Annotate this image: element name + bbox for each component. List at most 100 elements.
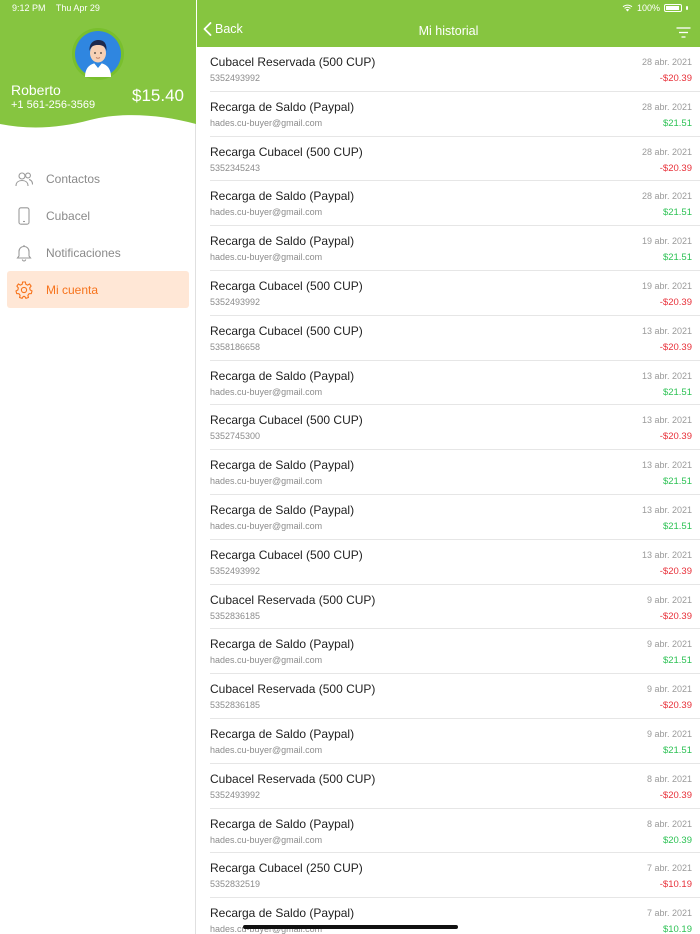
transaction-title: Recarga de Saldo (Paypal) [210,906,355,921]
transaction-amount: -$20.39 [659,565,692,577]
transaction-row[interactable]: Recarga de Saldo (Paypal) hades.cu-buyer@… [210,719,700,764]
phone-icon [15,206,33,225]
home-indicator[interactable] [243,925,458,929]
transaction-title: Recarga de Saldo (Paypal) [210,502,355,517]
transaction-title: Recarga Cubacel (500 CUP) [210,278,363,293]
transaction-title: Recarga de Saldo (Paypal) [210,189,355,204]
transaction-subtitle: 5352493992 [210,565,261,576]
transaction-date: 28 abr. 2021 [641,57,692,67]
transaction-amount: $21.51 [662,252,692,264]
transaction-title: Recarga de Saldo (Paypal) [210,368,355,383]
transaction-row[interactable]: Recarga de Saldo (Paypal) hades.cu-buyer@… [210,92,700,137]
transaction-date: 28 abr. 2021 [641,101,692,112]
transaction-date: 9 abr. 2021 [646,684,692,695]
transaction-row[interactable]: Cubacel Reservada (500 CUP) 5352836185 9 a… [210,585,700,630]
transaction-date: 8 abr. 2021 [646,818,692,829]
transaction-row[interactable]: Recarga Cubacel (250 CUP) 5352832519 7 abr… [210,853,700,899]
transaction-amount: -$20.39 [659,431,692,443]
transaction-amount: -$20.39 [659,162,692,174]
battery-icon [664,4,682,12]
transaction-title: Cubacel Reservada (500 CUP) [210,682,376,697]
sidebar-item-label: Cubacel [46,208,91,223]
transaction-subtitle: hades.cu-buyer@gmail.com [210,520,323,531]
transaction-subtitle: hades.cu-buyer@gmail.com [210,476,323,487]
transaction-row[interactable]: Cubacel Reservada (500 CUP) 5352493992 8 a… [210,764,700,809]
sidebar-item-contactos[interactable]: Contactos [7,160,189,197]
transaction-subtitle: 5352493992 [210,789,261,800]
transaction-date: 7 abr. 2021 [646,908,692,919]
sidebar-menu: Contactos Cubacel Notificaciones Mi cuen… [7,160,189,308]
transaction-row[interactable]: Recarga de Saldo (Paypal) hades.cu-buyer@… [210,181,700,227]
transaction-amount: -$20.39 [659,296,692,308]
transaction-date: 13 abr. 2021 [641,415,692,426]
account-balance: $15.40 [132,86,184,105]
history-panel: Back Mi historial Cubacel Reservada (500… [197,0,700,934]
page-title: Mi historial [418,24,479,38]
contacts-icon [15,170,33,188]
sidebar-item-cubacel[interactable]: Cubacel [7,197,189,234]
transaction-amount: -$20.39 [659,789,692,801]
transaction-amount: -$10.19 [659,879,692,891]
transaction-row[interactable]: Recarga de Saldo (Paypal) hades.cu-buyer@… [210,361,700,406]
transaction-subtitle: 5352832519 [210,879,261,890]
filter-icon [676,27,691,38]
transaction-title: Recarga de Saldo (Paypal) [210,816,355,831]
transaction-subtitle: hades.cu-buyer@gmail.com [210,834,323,845]
transaction-date: 7 abr. 2021 [646,863,692,874]
transaction-row[interactable]: Recarga de Saldo (Paypal) hades.cu-buyer@… [210,629,700,675]
sidebar-item-notificaciones[interactable]: Notificaciones [7,234,189,271]
transaction-date: 19 abr. 2021 [641,236,692,247]
transaction-subtitle: 5352836185 [210,700,261,711]
transaction-subtitle: 5352745300 [210,431,261,442]
transaction-subtitle: 5352493992 [210,73,261,83]
transaction-date: 13 abr. 2021 [641,325,692,336]
profile-phone: +1 561-256-3569 [11,99,96,111]
transaction-subtitle: 5352345243 [210,162,261,173]
transaction-amount: $21.51 [662,744,692,756]
transaction-amount: $21.51 [662,207,692,219]
transaction-amount: -$20.39 [659,341,692,353]
transaction-date: 19 abr. 2021 [641,280,692,291]
filter-button[interactable] [676,25,691,43]
transaction-row[interactable]: Cubacel Reservada (500 CUP) 5352836185 9 a… [210,674,700,719]
transaction-title: Recarga de Saldo (Paypal) [210,637,355,652]
transaction-row[interactable]: Recarga de Saldo (Paypal) hades.cu-buyer@… [210,450,700,495]
transaction-date: 13 abr. 2021 [641,549,692,560]
avatar[interactable] [72,28,124,80]
profile-name: Roberto [11,82,61,98]
transaction-subtitle: hades.cu-buyer@gmail.com [210,207,323,218]
transaction-row[interactable]: Cubacel Reservada (500 CUP) 5352493992 28 … [210,47,700,92]
transaction-subtitle: 5352493992 [210,296,261,307]
transaction-title: Cubacel Reservada (500 CUP) [210,771,376,786]
profile-header: Roberto +1 561-256-3569 $15.40 [0,0,196,130]
transaction-row[interactable]: Recarga de Saldo (Paypal) hades.cu-buyer@… [210,226,700,271]
transaction-subtitle: hades.cu-buyer@gmail.com [210,386,323,397]
transaction-title: Recarga de Saldo (Paypal) [210,458,355,473]
transaction-title: Recarga Cubacel (500 CUP) [210,413,363,428]
transaction-subtitle: 5358186658 [210,341,261,352]
transaction-row[interactable]: Recarga Cubacel (500 CUP) 5352493992 13 ab… [210,540,700,585]
transaction-amount: $10.19 [662,924,692,934]
battery-percent: 100% [636,3,660,13]
transaction-title: Recarga Cubacel (500 CUP) [210,323,363,338]
transaction-row[interactable]: Recarga Cubacel (500 CUP) 5352493992 19 ab… [210,271,700,316]
transaction-title: Recarga de Saldo (Paypal) [210,99,355,114]
transaction-row[interactable]: Recarga Cubacel (500 CUP) 5352345243 28 ab… [210,137,700,182]
transaction-title: Cubacel Reservada (500 CUP) [210,55,376,69]
transaction-amount: $21.51 [662,655,692,667]
transaction-title: Cubacel Reservada (500 CUP) [210,592,376,607]
transaction-row[interactable]: Recarga Cubacel (500 CUP) 5358186658 13 ab… [210,316,700,361]
transaction-amount: $21.51 [662,520,692,532]
transaction-date: 13 abr. 2021 [641,370,692,381]
transaction-row[interactable]: Recarga Cubacel (500 CUP) 5352745300 13 ab… [210,405,700,451]
transaction-date: 28 abr. 2021 [641,146,692,157]
transaction-subtitle: hades.cu-buyer@gmail.com [210,744,323,755]
transaction-amount: -$20.39 [659,610,692,622]
sidebar-item-mi-cuenta[interactable]: Mi cuenta [7,271,189,308]
transaction-row[interactable]: Recarga de Saldo (Paypal) hades.cu-buyer@… [210,495,700,540]
transaction-title: Recarga de Saldo (Paypal) [210,726,355,741]
transaction-row[interactable]: Recarga de Saldo (Paypal) hades.cu-buyer@… [210,809,700,854]
transaction-title: Recarga Cubacel (250 CUP) [210,861,363,876]
battery-cap [686,6,688,10]
transaction-subtitle: hades.cu-buyer@gmail.com [210,117,323,128]
